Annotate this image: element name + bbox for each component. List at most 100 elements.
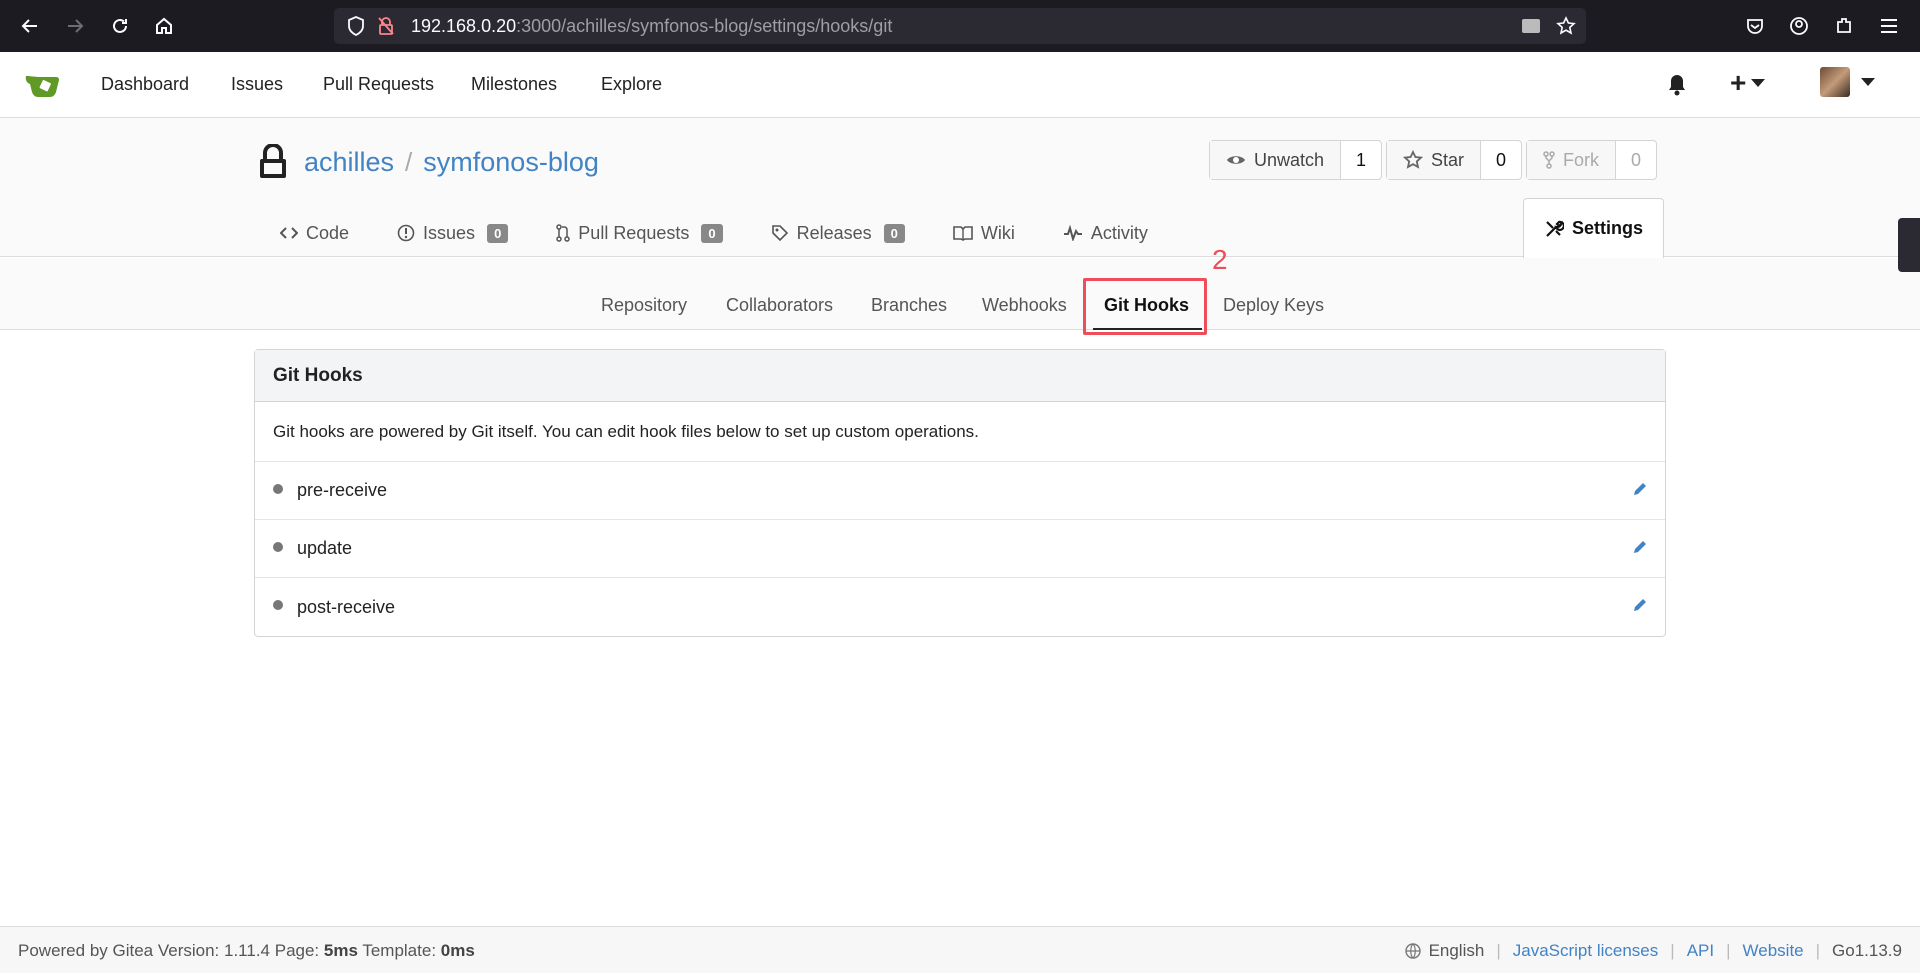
tools-icon — [1546, 220, 1564, 237]
footer-divider: | — [1670, 941, 1675, 960]
tab-issues[interactable]: Issues 0 — [397, 223, 509, 244]
powered-by-text: Powered by Gitea Version: 1.11.4 Page: — [18, 941, 324, 960]
footer-divider: | — [1815, 941, 1821, 960]
hook-name: post-receive — [297, 596, 396, 617]
home-icon[interactable] — [148, 10, 180, 42]
nav-dashboard[interactable]: Dashboard — [101, 74, 189, 95]
extensions-icon[interactable] — [1829, 11, 1859, 41]
panel-description: Git hooks are powered by Git itself. You… — [255, 402, 1665, 462]
tab-code[interactable]: Code — [280, 223, 349, 244]
website-link[interactable]: Website — [1743, 941, 1804, 961]
user-menu[interactable] — [1820, 67, 1876, 97]
watch-button-group: Unwatch 1 — [1209, 140, 1383, 180]
pulse-icon — [1063, 225, 1082, 241]
tab-code-label: Code — [306, 222, 350, 243]
star-button-group: Star 0 — [1386, 140, 1523, 180]
side-panel-handle[interactable] — [1898, 218, 1920, 272]
annotation-number: 2 — [1212, 244, 1228, 275]
caret-down-icon — [1751, 79, 1766, 87]
back-icon[interactable] — [14, 10, 46, 42]
create-new-menu[interactable]: + — [1730, 67, 1766, 99]
pencil-icon[interactable] — [1631, 538, 1649, 561]
avatar — [1820, 67, 1850, 97]
api-link[interactable]: API — [1687, 941, 1714, 961]
star-count[interactable]: 0 — [1481, 141, 1521, 179]
bullet-icon — [273, 600, 283, 610]
submenu-webhooks[interactable]: Webhooks — [982, 295, 1067, 316]
star-button[interactable]: Star — [1387, 141, 1482, 179]
fork-count[interactable]: 0 — [1616, 141, 1656, 179]
gitea-top-navbar: Dashboard Issues Pull Requests Milestone… — [0, 52, 1920, 118]
repo-name-link[interactable]: symfonos-blog — [423, 147, 599, 178]
hook-name: update — [297, 538, 353, 558]
browser-toolbar: 192.168.0.20:3000/achilles/symfonos-blog… — [0, 0, 1920, 52]
fork-label: Fork — [1563, 149, 1599, 170]
submenu-deploy-keys[interactable]: Deploy Keys — [1223, 295, 1324, 316]
reload-icon[interactable] — [104, 10, 136, 42]
repo-owner-link[interactable]: achilles — [304, 147, 394, 178]
repo-path-separator: / — [405, 146, 413, 177]
js-licenses-link[interactable]: JavaScript licenses — [1513, 941, 1659, 961]
settings-submenu: Repository Collaborators Branches Webhoo… — [0, 258, 1920, 330]
tab-wiki[interactable]: Wiki — [953, 223, 1015, 244]
tab-wiki-label: Wiki — [980, 222, 1015, 243]
forward-icon[interactable] — [59, 10, 91, 42]
insecure-lock-icon[interactable] — [371, 11, 401, 41]
url-bar[interactable]: 192.168.0.20:3000/achilles/symfonos-blog… — [334, 8, 1586, 44]
url-text[interactable]: 192.168.0.20:3000/achilles/symfonos-blog… — [411, 16, 892, 37]
pencil-icon[interactable] — [1631, 596, 1649, 619]
star-icon — [1403, 150, 1423, 169]
submenu-repository[interactable]: Repository — [601, 295, 687, 316]
tab-settings-label: Settings — [1571, 218, 1643, 238]
bullet-icon — [273, 541, 283, 552]
unwatch-button[interactable]: Unwatch — [1210, 141, 1342, 179]
code-icon — [280, 227, 298, 239]
gitea-logo-icon[interactable] — [24, 70, 62, 100]
nav-explore[interactable]: Explore — [601, 74, 662, 95]
nav-issues[interactable]: Issues — [231, 74, 283, 95]
footer-links: English | JavaScript licenses | API | We… — [1404, 941, 1902, 961]
fork-button[interactable]: Fork — [1527, 141, 1616, 179]
tab-releases-label: Releases — [796, 222, 872, 243]
hook-row: pre-receive — [255, 462, 1665, 520]
hook-name: pre-receive — [297, 480, 388, 500]
fork-icon — [1543, 151, 1555, 169]
pull-request-icon — [556, 224, 571, 242]
pocket-icon[interactable] — [1740, 11, 1770, 41]
bookmark-star-icon[interactable] — [1551, 11, 1581, 41]
menu-icon[interactable] — [1874, 11, 1904, 41]
hook-row: post-receive — [255, 578, 1665, 636]
tab-pull-requests[interactable]: Pull Requests 0 — [556, 223, 723, 244]
fork-button-group: Fork 0 — [1526, 140, 1657, 180]
reader-view-icon[interactable] — [1516, 11, 1546, 41]
tag-icon — [771, 225, 788, 242]
language-selector[interactable]: English — [1404, 941, 1485, 961]
book-icon — [953, 226, 973, 241]
private-lock-icon — [258, 143, 288, 185]
repo-tabs: Code Issues 0 Pull Requests 0 Releases 0… — [280, 210, 1196, 256]
hook-row: update — [255, 520, 1665, 578]
releases-count-badge: 0 — [883, 223, 905, 243]
watch-count[interactable]: 1 — [1341, 141, 1381, 179]
issue-icon — [397, 224, 415, 242]
submenu-collaborators[interactable]: Collaborators — [726, 295, 833, 316]
caret-down-icon — [1861, 78, 1875, 86]
annotation-highlight-box — [1083, 278, 1207, 335]
template-label: Template: — [357, 941, 441, 960]
tab-releases[interactable]: Releases 0 — [771, 223, 905, 244]
shield-icon[interactable] — [341, 11, 371, 41]
tab-settings[interactable]: Settings — [1523, 198, 1664, 258]
footer: Powered by Gitea Version: 1.11.4 Page: 5… — [0, 926, 1920, 973]
tab-activity[interactable]: Activity — [1063, 223, 1148, 244]
pulls-count-badge: 0 — [701, 223, 723, 243]
notifications-bell-icon[interactable] — [1666, 73, 1688, 102]
footer-divider: | — [1496, 941, 1501, 960]
nav-milestones[interactable]: Milestones — [471, 74, 557, 95]
language-label: English — [1428, 941, 1485, 960]
tab-activity-label: Activity — [1090, 222, 1148, 243]
nav-pull-requests[interactable]: Pull Requests — [323, 74, 434, 95]
pencil-icon[interactable] — [1631, 480, 1649, 503]
account-icon[interactable] — [1784, 11, 1814, 41]
star-label: Star — [1431, 149, 1465, 170]
submenu-branches[interactable]: Branches — [871, 295, 947, 316]
